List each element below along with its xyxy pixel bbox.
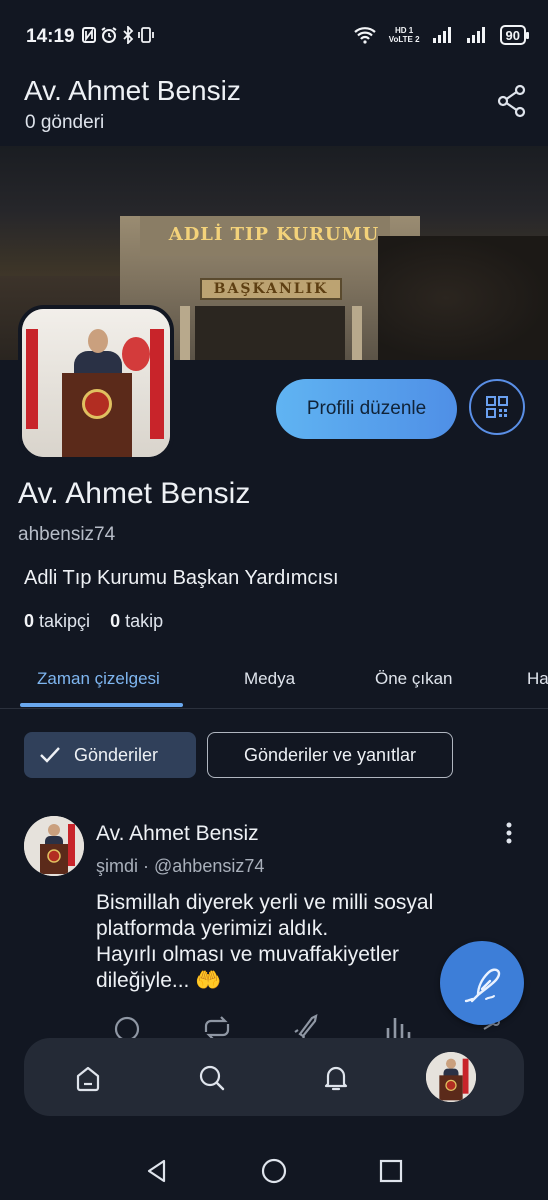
status-right-icons: HD 1 VoLTE 2 90 [353, 25, 530, 45]
tab-media[interactable]: Medya [244, 669, 295, 689]
system-navigation [0, 1140, 548, 1200]
status-time: 14:19 [26, 26, 75, 47]
bell-icon [324, 1066, 348, 1091]
share-button[interactable] [496, 84, 528, 118]
signal-icon [466, 27, 485, 43]
tab-featured[interactable]: Öne çıkan [375, 669, 453, 689]
profile-header: Av. Ahmet Bensiz 0 gönderi [0, 70, 548, 146]
following-link[interactable]: 0 takip [110, 611, 163, 632]
avatar-image [24, 816, 84, 876]
avatar-image [426, 1052, 476, 1102]
filter-posts-label: Gönderiler [74, 744, 159, 765]
bio: Adli Tıp Kurumu Başkan Yardımcısı [24, 567, 339, 589]
battery-indicator: 90 [499, 25, 530, 45]
wifi-icon [353, 27, 376, 44]
alarm-icon [101, 27, 117, 43]
home-icon [76, 1066, 100, 1092]
vibrate-icon [138, 27, 154, 43]
boost-icon[interactable] [292, 1012, 322, 1040]
profile-avatar[interactable] [18, 305, 174, 461]
follow-stats: 0 takipçi 0 takip [24, 611, 163, 632]
post-avatar[interactable] [24, 816, 84, 876]
header-title: Av. Ahmet Bensiz [24, 75, 241, 106]
back-icon[interactable] [144, 1158, 170, 1184]
tab-indicator [20, 703, 183, 707]
repost-icon[interactable] [200, 1014, 234, 1040]
banner-sign-bottom: BAŞKANLIK [200, 278, 342, 300]
edit-profile-button[interactable]: Profili düzenle [276, 379, 457, 439]
post-text: Bismillah diyerek yerli ve milli sosyal … [96, 891, 434, 992]
followers-link[interactable]: 0 takipçi [24, 611, 90, 632]
nav-home[interactable] [68, 1058, 108, 1098]
search-icon [199, 1065, 225, 1091]
compose-button[interactable] [440, 941, 524, 1025]
tab-more[interactable]: Ha [527, 669, 548, 689]
bluetooth-icon [123, 26, 134, 44]
share-icon [497, 84, 526, 118]
status-bar: 14:19 HD 1 VoLTE 2 90 [0, 0, 548, 70]
nav-search[interactable] [192, 1058, 232, 1098]
nav-profile-avatar[interactable] [426, 1052, 476, 1102]
more-vertical-icon [506, 822, 512, 844]
username: ahbensiz74 [18, 524, 116, 545]
status-left-icons [82, 26, 154, 44]
tab-timeline[interactable]: Zaman çizelgesi [37, 669, 160, 689]
nfc-icon [82, 27, 96, 43]
reply-icon[interactable] [112, 1014, 142, 1040]
profile-tabs: Zaman çizelgesi Medya Öne çıkan Ha [0, 655, 548, 709]
check-icon [40, 747, 60, 763]
post-more-button[interactable] [500, 820, 518, 846]
home-circle-icon[interactable] [260, 1157, 288, 1185]
post-meta: şimdi · @ahbensiz74 [96, 856, 265, 876]
display-name: Av. Ahmet Bensiz [18, 477, 251, 510]
bottom-navigation [24, 1038, 524, 1116]
filter-posts-chip[interactable]: Gönderiler [24, 732, 196, 778]
compose-icon [464, 968, 501, 1003]
post-count: 0 gönderi [25, 112, 105, 133]
nav-notifications[interactable] [316, 1058, 356, 1098]
volte-indicator: HD 1 VoLTE 2 [388, 26, 420, 44]
qr-code-button[interactable] [469, 379, 525, 435]
post-author[interactable]: Av. Ahmet Bensiz [96, 822, 259, 846]
filter-posts-replies-chip[interactable]: Gönderiler ve yanıtlar [207, 732, 453, 778]
stats-icon[interactable] [384, 1014, 412, 1040]
recents-icon[interactable] [378, 1158, 404, 1184]
qr-code-icon [486, 396, 508, 418]
signal-icon [432, 27, 451, 43]
